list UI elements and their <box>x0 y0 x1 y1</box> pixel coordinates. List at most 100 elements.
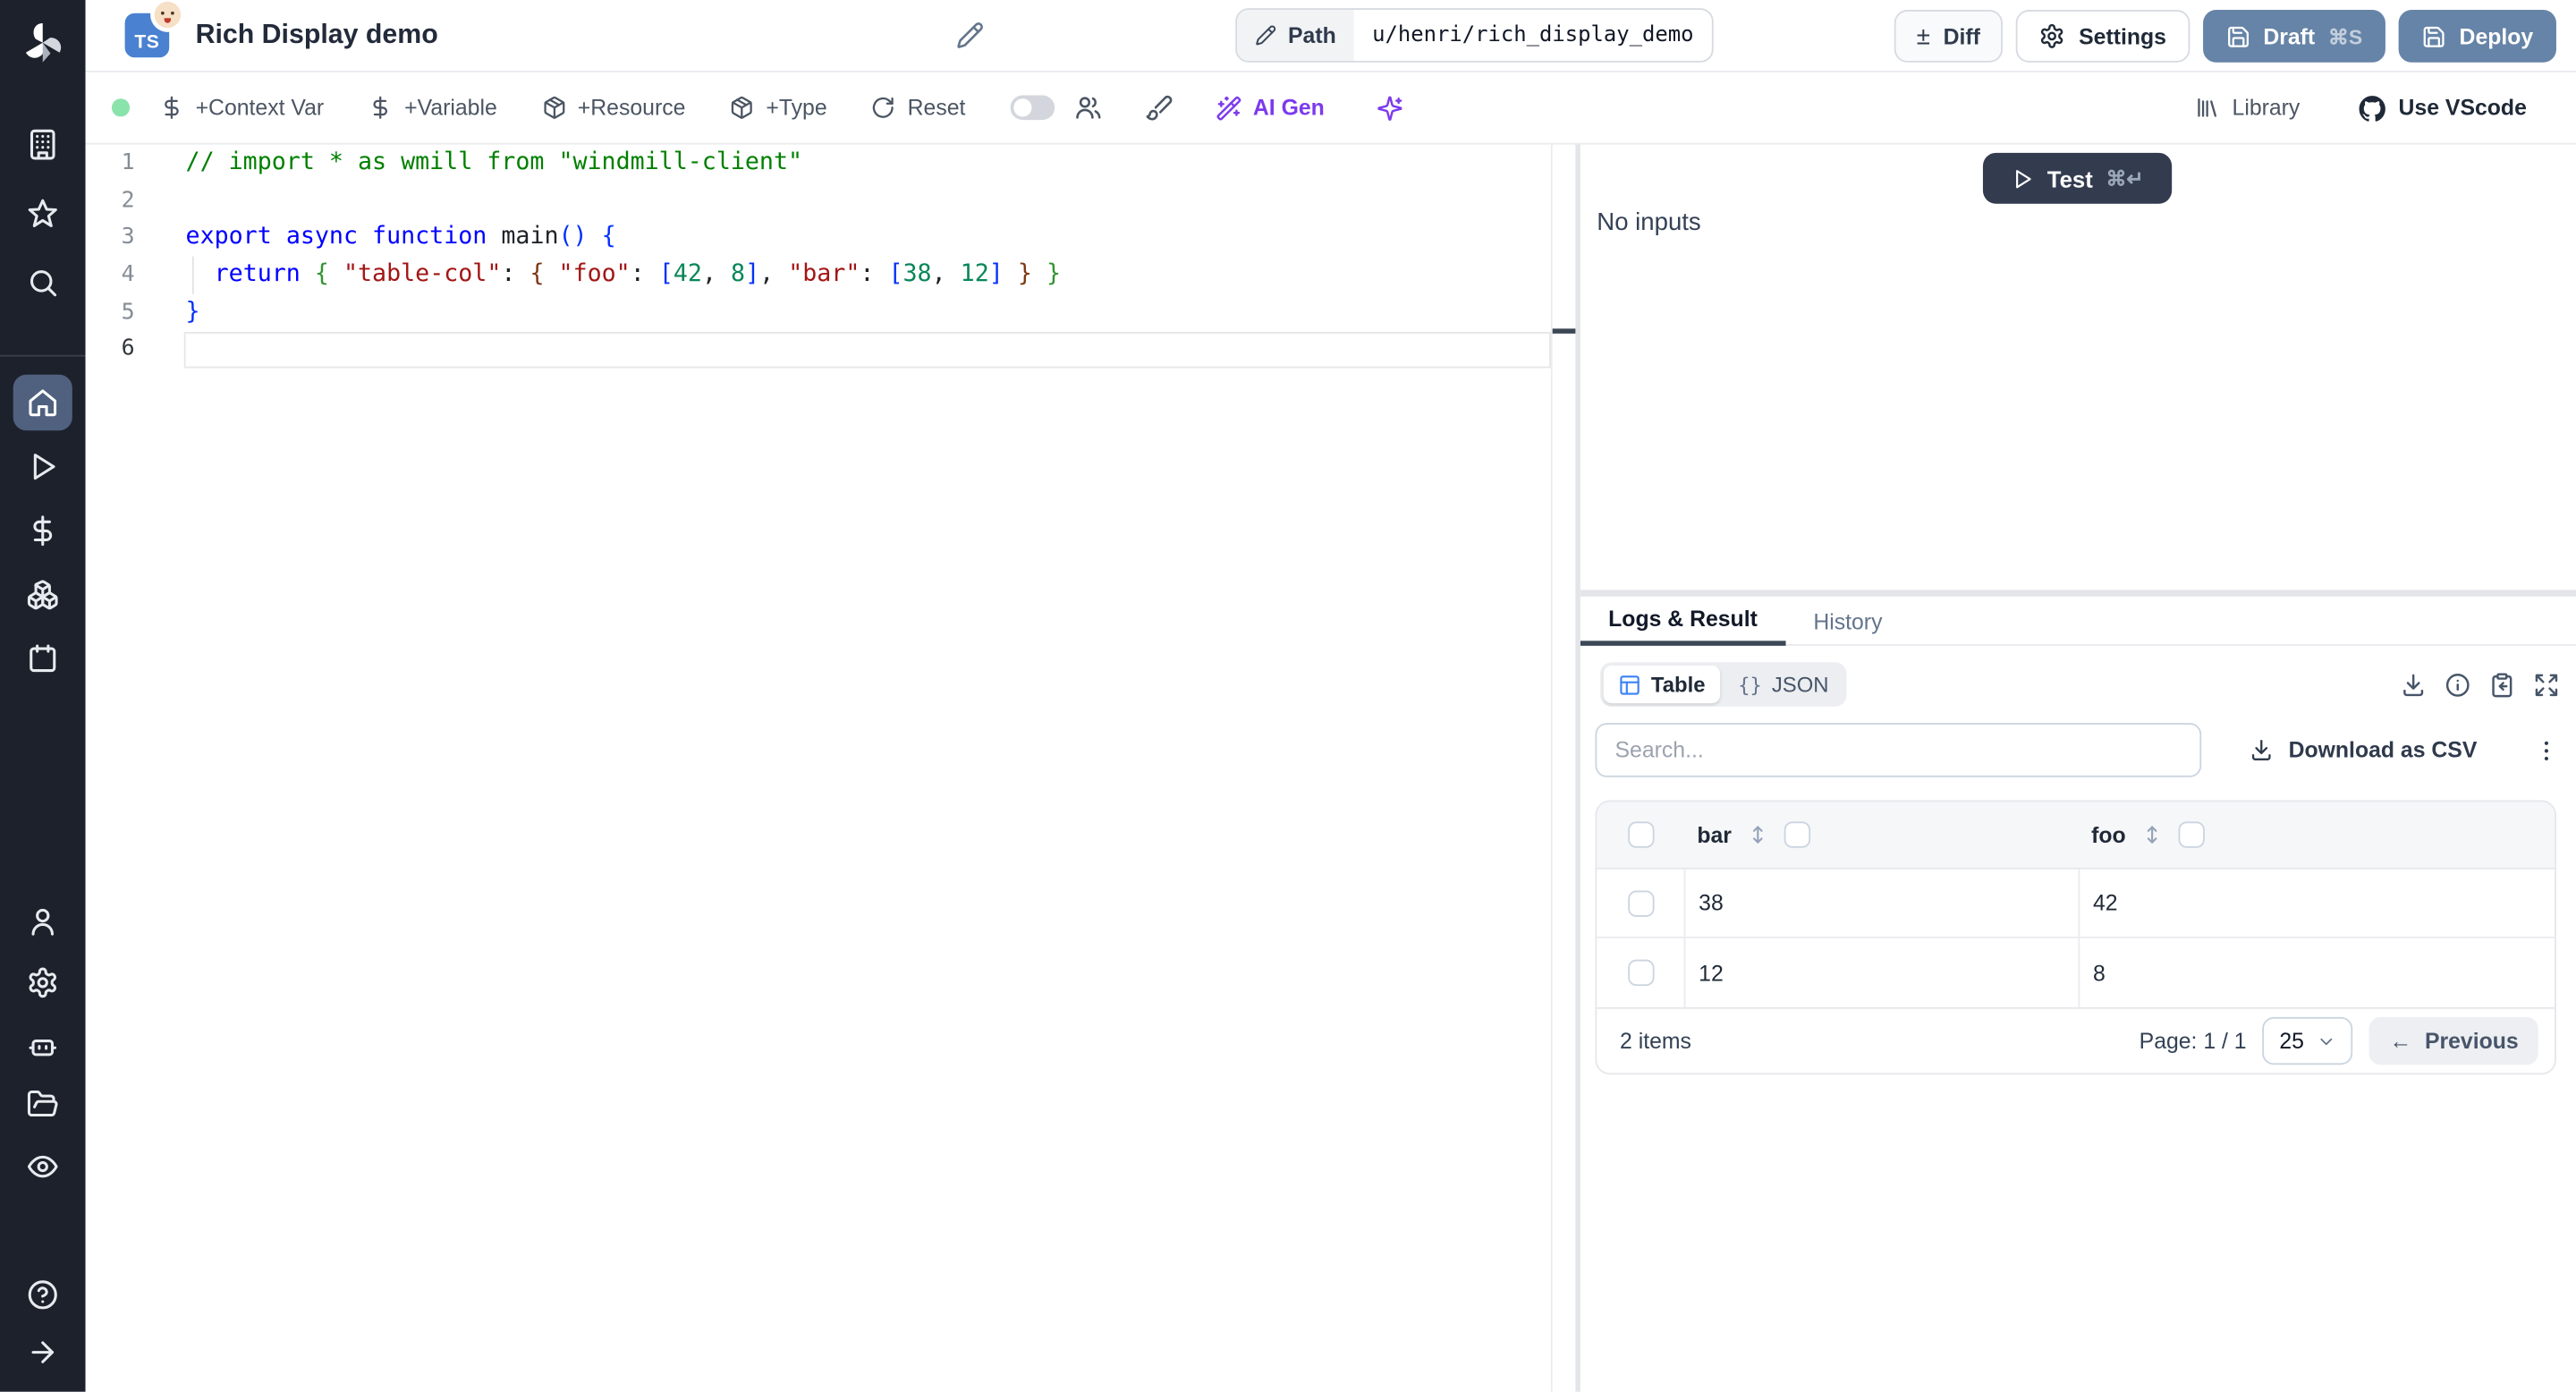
path-button[interactable]: Path u/henri/rich_display_demo <box>1235 8 1714 63</box>
sort-icon[interactable] <box>1746 823 1769 846</box>
library-icon <box>2194 96 2219 121</box>
table-icon <box>1618 673 1641 696</box>
expand-icon[interactable] <box>2533 671 2559 697</box>
library-button[interactable]: Library <box>2194 96 2300 121</box>
sidebar-item-help[interactable] <box>26 1278 59 1311</box>
ai-gen-button[interactable]: AI Gen <box>1216 95 1325 121</box>
json-view-label: JSON <box>1771 672 1829 697</box>
download-icon[interactable] <box>2400 671 2426 697</box>
path-value: u/henri/rich_display_demo <box>1372 22 1694 48</box>
dollar-icon <box>26 514 59 547</box>
tab-history[interactable]: History <box>1785 597 1911 646</box>
refresh-icon <box>871 96 896 121</box>
line-number: 2 <box>121 186 135 214</box>
toolbar-action-context-var[interactable]: +Context Var <box>159 96 324 120</box>
clipboard-copy-icon[interactable] <box>2489 671 2515 697</box>
sidebar-item-folder-open[interactable] <box>26 1088 59 1121</box>
search-icon <box>26 267 59 300</box>
sidebar-item-star[interactable] <box>26 197 59 230</box>
sort-icon[interactable] <box>2140 823 2164 846</box>
horizontal-splitter[interactable] <box>1580 590 2576 597</box>
line-number: 5 <box>121 298 135 326</box>
editor-code[interactable]: // import * as wmill from "windmill-clie… <box>186 145 1551 369</box>
ai-gen-label: AI Gen <box>1252 95 1325 121</box>
page-size-value: 25 <box>2279 1028 2304 1054</box>
toggle-switch[interactable] <box>1010 95 1055 121</box>
sidebar-item-arrow-right[interactable] <box>26 1336 59 1369</box>
diff-button[interactable]: ± Diff <box>1894 10 2004 63</box>
sidebar-item-home[interactable] <box>13 374 72 431</box>
deploy-button[interactable]: Deploy <box>2398 10 2556 63</box>
draft-button[interactable]: Draft ⌘S <box>2202 10 2385 63</box>
table-header-row: bar foo <box>1597 802 2555 870</box>
sidebar-item-settings[interactable] <box>26 966 59 999</box>
download-csv-button[interactable]: Download as CSV <box>2249 737 2478 763</box>
package-icon <box>541 96 566 121</box>
table-cell: 38 <box>1683 869 2079 937</box>
edit-title-pencil-icon[interactable] <box>956 21 984 49</box>
home-icon <box>26 386 59 420</box>
view-toggle: Table {} JSON <box>1599 662 1847 707</box>
toolbar-action-variable[interactable]: +Variable <box>369 96 497 120</box>
sidebar-item-bot[interactable] <box>26 1029 59 1062</box>
table-view-label: Table <box>1650 672 1706 697</box>
sidebar-item-play[interactable] <box>26 450 59 483</box>
search-input[interactable] <box>1595 723 2202 777</box>
sidebar-item-building[interactable] <box>26 128 59 161</box>
row-checkbox[interactable] <box>1627 889 1654 916</box>
page-indicator: Page: 1 / 1 <box>2139 1028 2247 1054</box>
users-icon[interactable] <box>1074 94 1102 122</box>
column-toggle-checkbox[interactable] <box>2178 821 2205 848</box>
package-icon <box>730 96 755 121</box>
toolbar-right: Library Use VScode <box>2194 95 2527 121</box>
brush-icon[interactable] <box>1145 94 1173 122</box>
windmill-app: TS Rich Display demo Path u/henri/rich_d… <box>0 0 2576 1392</box>
column-label: foo <box>2091 822 2126 847</box>
braces-icon: {} <box>1738 673 1762 696</box>
table-row: 38 42 <box>1597 869 2555 938</box>
sidebar-item-calendar[interactable] <box>26 642 59 675</box>
tab-logs-result[interactable]: Logs & Result <box>1580 597 1786 646</box>
sidebar-item-search[interactable] <box>26 267 59 300</box>
previous-page-button[interactable]: ← Previous <box>2369 1016 2538 1065</box>
select-all-checkbox[interactable] <box>1627 821 1654 848</box>
toolbar-action-type[interactable]: +Type <box>730 96 827 121</box>
sparkles-icon[interactable] <box>1377 95 1403 121</box>
test-button[interactable]: Test ⌘↵ <box>1982 152 2173 204</box>
result-tabs: Logs & Result History <box>1580 597 2576 646</box>
toolbar-action-reset[interactable]: Reset <box>871 96 965 121</box>
plus-minus-icon: ± <box>1916 21 1930 51</box>
use-vscode-button[interactable]: Use VScode <box>2359 95 2527 121</box>
bot-icon <box>26 1029 59 1062</box>
typescript-badge-label: TS <box>134 32 160 53</box>
info-icon[interactable] <box>2445 671 2470 697</box>
result-view-row: Table {} JSON <box>1599 662 2560 707</box>
kebab-menu-icon[interactable] <box>2533 737 2559 763</box>
page-size-select[interactable]: 25 <box>2262 1016 2354 1065</box>
baby-emoji-icon <box>154 1 182 29</box>
windmill-logo-icon[interactable] <box>18 18 67 67</box>
cursor-overview-mark <box>1552 328 1576 334</box>
row-checkbox[interactable] <box>1627 959 1654 987</box>
folder-open-icon <box>26 1088 59 1121</box>
settings-button[interactable]: Settings <box>2016 10 2190 63</box>
sidebar-item-dollar[interactable] <box>26 514 59 547</box>
sidebar-item-eye[interactable] <box>26 1150 59 1184</box>
code-editor[interactable]: 1 2 3 4 5 6 // import * as wmill from "windmi… <box>85 144 1576 1392</box>
sidebar-item-user[interactable] <box>26 905 59 938</box>
line-number: 3 <box>121 224 135 250</box>
title-bar: TS Rich Display demo Path u/henri/rich_d… <box>85 0 2576 72</box>
help-icon <box>26 1278 59 1311</box>
view-toggle-json[interactable]: {} JSON <box>1724 666 1843 703</box>
view-toggle-table[interactable]: Table <box>1603 665 1721 704</box>
column-toggle-checkbox[interactable] <box>1784 821 1811 848</box>
code-line-1: // import * as wmill from "windmill-clie… <box>185 149 803 176</box>
page-title: Rich Display demo <box>195 20 438 50</box>
table-cell: 12 <box>1683 938 2079 1007</box>
toolbar-action-resource[interactable]: +Resource <box>541 96 685 121</box>
download-csv-label: Download as CSV <box>2288 737 2478 763</box>
status-dot <box>111 98 131 117</box>
sidebar-item-boxes[interactable] <box>26 579 59 612</box>
result-corner-icons <box>2400 671 2559 697</box>
